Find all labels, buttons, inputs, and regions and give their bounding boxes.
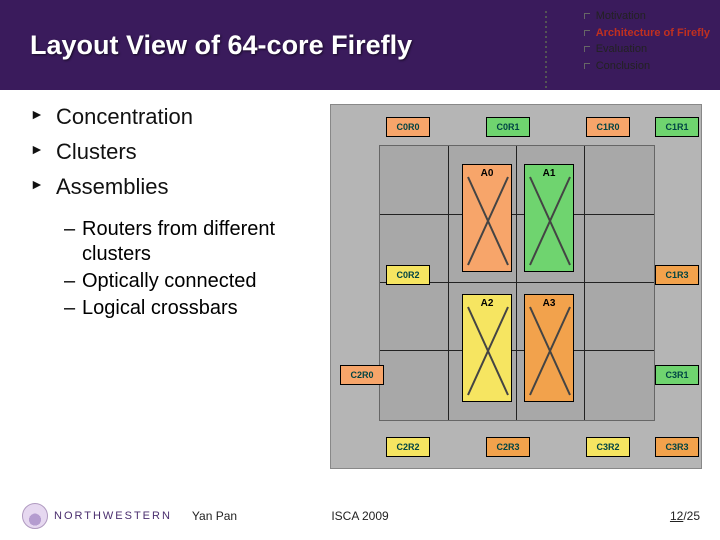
router: C3R2	[586, 437, 630, 457]
page-number: 12/25	[670, 509, 700, 523]
nav-item-architecture: Architecture of Firefly	[584, 25, 710, 42]
nav-dots	[545, 8, 550, 91]
list-item: Assemblies	[30, 170, 330, 203]
router: C2R3	[486, 437, 530, 457]
bullet-icon	[584, 46, 590, 52]
router: C3R3	[655, 437, 699, 457]
nav-item-motivation: Motivation	[584, 8, 710, 25]
router: C1R0	[586, 117, 630, 137]
bullet-icon	[584, 63, 590, 69]
router: C0R0	[386, 117, 430, 137]
router: C2R2	[386, 437, 430, 457]
layout-figure: A0 A1 A2 A3 C0R0 C0R1 C1R0 C1R1 C0R2 C1R…	[330, 104, 702, 469]
list-item: Logical crossbars	[64, 296, 330, 321]
author-name: Yan Pan	[192, 509, 237, 523]
list-item: Routers from different clusters	[64, 217, 330, 267]
router: C2R0	[340, 365, 384, 385]
slide-footer: NORTHWESTERN Yan Pan ISCA 2009 12/25	[0, 502, 720, 530]
venue: ISCA 2009	[331, 509, 388, 523]
list-item: Optically connected	[64, 269, 330, 294]
router: C1R3	[655, 265, 699, 285]
assembly-A2: A2	[462, 294, 512, 402]
list-item: Concentration	[30, 100, 330, 133]
nav-item-conclusion: Conclusion	[584, 58, 710, 75]
org-name: NORTHWESTERN	[54, 510, 172, 522]
slide-title: Layout View of 64-core Firefly	[30, 30, 412, 61]
assembly-A1: A1	[524, 164, 574, 272]
assembly-A3: A3	[524, 294, 574, 402]
outline-nav: Motivation Architecture of Firefly Evalu…	[584, 8, 710, 74]
router: C1R1	[655, 117, 699, 137]
assembly-A0: A0	[462, 164, 512, 272]
router: C3R1	[655, 365, 699, 385]
list-item: Clusters	[30, 135, 330, 168]
northwestern-logo-icon	[22, 503, 48, 529]
nav-item-evaluation: Evaluation	[584, 41, 710, 58]
body-text: Concentration Clusters Assemblies Router…	[30, 100, 330, 323]
router: C0R2	[386, 265, 430, 285]
main-list: Concentration Clusters Assemblies	[30, 100, 330, 203]
router: C0R1	[486, 117, 530, 137]
sub-list: Routers from different clusters Opticall…	[64, 217, 330, 321]
bullet-icon	[584, 30, 590, 36]
bullet-icon	[584, 13, 590, 19]
